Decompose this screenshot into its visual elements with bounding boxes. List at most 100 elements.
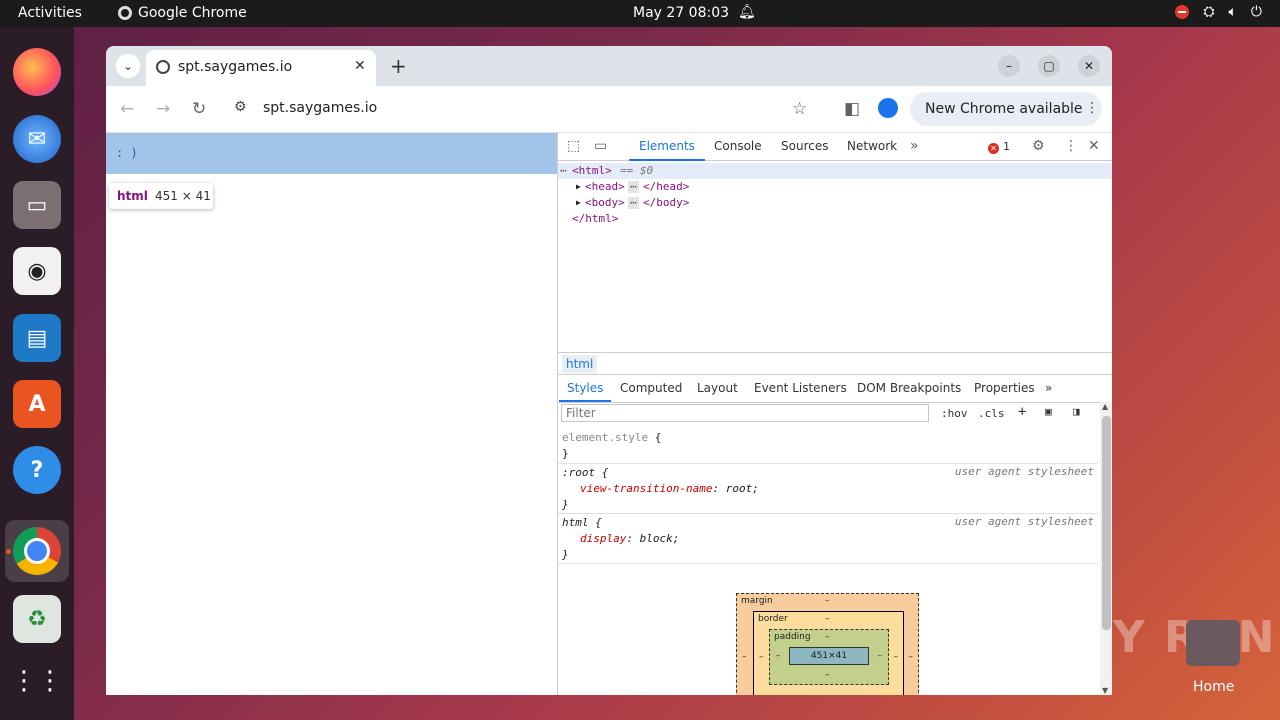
do-not-disturb-icon [1175, 5, 1190, 19]
omnibox[interactable]: ⚙ spt.saygames.io [226, 93, 826, 125]
error-icon: ✕ [988, 143, 999, 154]
page-text: : ) [116, 146, 138, 160]
close-devtools-icon[interactable]: ✕ [1088, 138, 1100, 154]
box-model-content[interactable]: 451×41 [789, 647, 869, 665]
subtab-dom-breakpoints[interactable]: DOM Breakpoints [857, 381, 961, 395]
dom-node-html[interactable]: ⋯ <html> == $0 [558, 163, 1112, 179]
app-menu[interactable]: Google Chrome [118, 5, 247, 21]
profile-avatar[interactable] [878, 98, 898, 118]
breadcrumb-html[interactable]: html [562, 355, 598, 373]
tab-console[interactable]: Console [714, 139, 762, 153]
scroll-up-icon[interactable]: ▲ [1102, 402, 1108, 411]
clock[interactable]: May 27 08:03 [633, 5, 729, 21]
settings-gear-icon[interactable]: ⚙ [1032, 138, 1045, 154]
styles-filter-bar: :hov .cls + ▣ ◨ [558, 402, 1098, 428]
home-label[interactable]: Home [1193, 679, 1234, 695]
dock: ✉ ▭ ◉ ▤ A ? ♻ ⋮⋮ [0, 27, 74, 720]
close-window-button[interactable]: ✕ [1078, 55, 1100, 77]
tab-search-button[interactable]: ⌄ [116, 54, 140, 78]
tab-elements[interactable]: Elements [629, 139, 705, 161]
reload-icon[interactable]: ↻ [192, 99, 206, 119]
subtab-layout[interactable]: Layout [697, 381, 738, 395]
rule-source: user agent stylesheet [954, 515, 1094, 528]
rule-html[interactable]: html { user agent stylesheet display: bl… [558, 514, 1098, 564]
home-folder-icon[interactable] [1186, 620, 1240, 666]
new-rule-icon[interactable]: + [1018, 404, 1026, 420]
more-subtabs-icon[interactable]: » [1045, 381, 1052, 395]
toggle-sidebar-icon[interactable]: ◨ [1073, 405, 1080, 418]
rule-element-style[interactable]: element.style { } [558, 429, 1098, 464]
subtab-event-listeners[interactable]: Event Listeners [754, 381, 847, 395]
scrollbar-thumb[interactable] [1102, 416, 1111, 630]
box-model-padding[interactable]: padding – – – – 451×41 [769, 629, 889, 685]
help-icon[interactable]: ? [13, 446, 61, 494]
chrome-update-button[interactable]: New Chrome available ⋮ [910, 92, 1102, 126]
subtab-computed[interactable]: Computed [620, 381, 682, 395]
back-icon[interactable]: ← [120, 99, 134, 119]
tooltip-dims: 451 × 41 [155, 189, 211, 203]
side-panel-icon[interactable]: ◧ [844, 99, 860, 119]
update-label: New Chrome available [925, 101, 1083, 117]
rule-root[interactable]: :root { user agent stylesheet view-trans… [558, 464, 1098, 514]
subtab-properties[interactable]: Properties [974, 381, 1035, 395]
top-bar: Activities Google Chrome May 27 08:03 🔔︎… [0, 0, 1280, 27]
chrome-dock-icon[interactable] [13, 527, 61, 575]
files-icon[interactable]: ▭ [13, 181, 61, 229]
app-center-icon[interactable]: A [13, 380, 61, 428]
url-text: spt.saygames.io [263, 100, 378, 116]
close-tab-icon[interactable]: ✕ [354, 58, 366, 74]
activities-button[interactable]: Activities [18, 5, 82, 21]
tab-title: spt.saygames.io [178, 59, 293, 75]
hov-button[interactable]: :hov [941, 407, 968, 420]
tooltip-tag: html [117, 189, 148, 203]
tab-sources[interactable]: Sources [781, 139, 828, 153]
box-model-border[interactable]: border – – – padding – – – – 451×41 [753, 611, 904, 695]
globe-icon [156, 60, 170, 74]
cls-button[interactable]: .cls [978, 407, 1005, 420]
inspect-element-icon[interactable]: ⬚ [567, 138, 580, 154]
power-icon: ⏻ [1250, 4, 1262, 20]
minimize-button[interactable]: – [998, 55, 1020, 77]
toolbar: ← → ↻ ⚙ spt.saygames.io ☆ ◧ New Chrome a… [106, 86, 1112, 133]
more-tabs-icon[interactable]: » [910, 138, 919, 154]
system-tray[interactable]: ⛭ 🔈︎ ⏻ [1175, 4, 1262, 20]
bell-icon[interactable]: 🔔︎ [738, 4, 756, 20]
firefox-icon[interactable] [13, 48, 61, 96]
subtab-styles[interactable]: Styles [558, 381, 612, 402]
tab[interactable]: spt.saygames.io ✕ [146, 50, 376, 86]
dom-node-head[interactable]: ▶ <head> ⋯ </head> [558, 179, 1112, 195]
kebab-menu-icon[interactable]: ⋮ [1085, 100, 1099, 116]
styles-scrollbar[interactable]: ▲ ▼ [1100, 402, 1112, 695]
new-tab-button[interactable]: + [390, 54, 407, 78]
box-model-diagram: margin – – – border – – – padding – – – … [736, 593, 919, 695]
site-info-icon[interactable]: ⚙ [234, 99, 247, 115]
chrome-icon [118, 6, 132, 20]
scroll-down-icon[interactable]: ▼ [1102, 686, 1108, 695]
maximize-button[interactable]: ▢ [1038, 55, 1060, 77]
error-counter[interactable]: ✕ 1 [988, 140, 1010, 154]
writer-icon[interactable]: ▤ [13, 314, 61, 362]
styles-filter-input[interactable] [561, 404, 929, 422]
dom-node-body[interactable]: ▶ <body> ⋯ </body> [558, 195, 1112, 211]
dom-tree: ⋯ <html> == $0 ▶ <head> ⋯ </head> ▶ <bod… [558, 161, 1112, 351]
bookmark-star-icon[interactable]: ☆ [792, 99, 807, 119]
thunderbird-icon[interactable]: ✉ [13, 115, 61, 163]
dom-node-html-close[interactable]: </html> [558, 211, 1112, 227]
device-toolbar-icon[interactable]: ▭ [594, 138, 607, 154]
chrome-window: ⌄ spt.saygames.io ✕ + – ▢ ✕ ← → ↻ ⚙ spt.… [106, 46, 1112, 695]
breadcrumb: html [558, 352, 1112, 375]
rhythmbox-icon[interactable]: ◉ [13, 247, 61, 295]
rule-source: user agent stylesheet [954, 465, 1094, 478]
box-model-margin[interactable]: margin – – – border – – – padding – – – … [736, 593, 919, 695]
running-indicator [6, 549, 11, 554]
page-viewport: : ) html 451 × 41 [106, 133, 557, 695]
tab-strip: ⌄ spt.saygames.io ✕ + – ▢ ✕ [106, 46, 1112, 86]
tab-network[interactable]: Network [847, 139, 897, 153]
styles-subtab-bar: Styles Computed Layout Event Listeners D… [558, 374, 1112, 403]
show-apps-icon[interactable]: ⋮⋮ [11, 657, 63, 705]
trash-icon[interactable]: ♻ [13, 595, 61, 643]
devtools-menu-icon[interactable]: ⋮ [1064, 138, 1078, 154]
forward-icon[interactable]: → [156, 99, 170, 119]
app-name: Google Chrome [138, 5, 247, 21]
paint-icon[interactable]: ▣ [1045, 405, 1052, 418]
